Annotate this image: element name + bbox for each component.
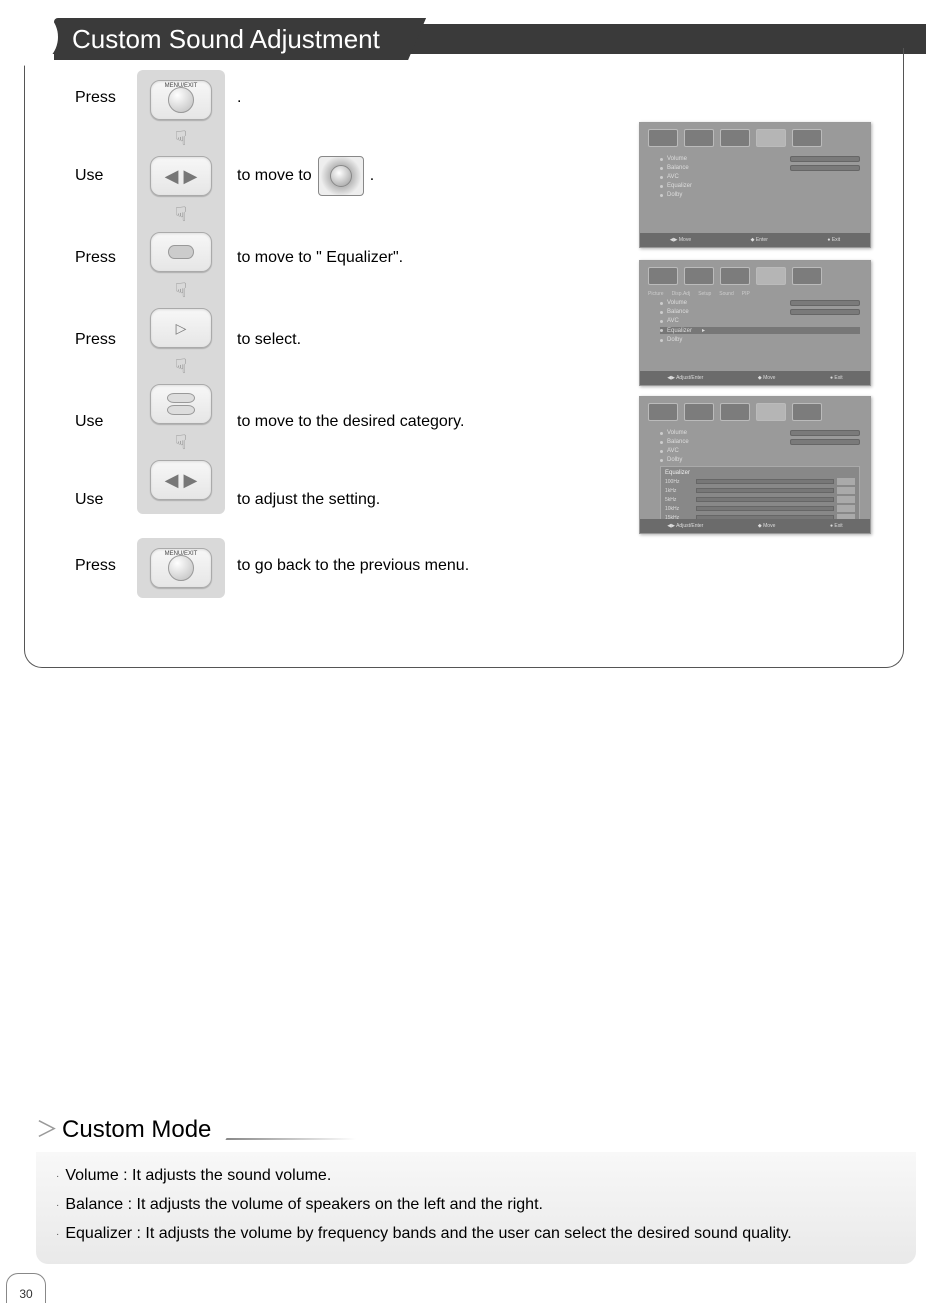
- osd-footer-label: Move: [763, 523, 775, 529]
- osd-item: Equalizer: [667, 183, 692, 189]
- osd-tab-label: Setup: [698, 291, 711, 297]
- osd-footer-label: Move: [679, 237, 691, 243]
- step-row-3: Press to move to " Equalizer".: [75, 238, 403, 278]
- eq-band-label: 5kHz: [665, 497, 693, 503]
- osd-tab-sound-icon: [756, 403, 786, 421]
- page-number: 30: [6, 1273, 46, 1303]
- osd-body: Volume Balance AVC Equalizer▸ Dolby: [640, 300, 870, 350]
- step-verb: Press: [75, 249, 137, 267]
- osd-tab-label: Sound: [719, 291, 733, 297]
- step-verb: Press: [75, 557, 137, 575]
- header-circle-decor: [0, 8, 58, 66]
- down-hand-icon: ☟: [170, 126, 192, 150]
- osd-item: Balance: [667, 165, 689, 171]
- osd-footer-label: Exit: [834, 523, 842, 529]
- osd-footer-label: Adjust/Enter: [676, 375, 703, 381]
- step-verb: Press: [75, 89, 137, 107]
- step-row-4: Press to select.: [75, 320, 301, 360]
- osd-tabs: [640, 261, 870, 291]
- osd-tabs: [640, 123, 870, 153]
- osd-footer-label: Adjust/Enter: [676, 523, 703, 529]
- custom-mode-section: ＞ Custom Mode ·Volume : It adjusts the s…: [36, 1112, 916, 1264]
- osd-footer-label: Exit: [832, 237, 840, 243]
- custom-line-text: Equalizer : It adjusts the volume by fre…: [65, 1220, 791, 1249]
- custom-line-text: Balance : It adjusts the volume of speak…: [65, 1191, 543, 1220]
- step-text: to select.: [237, 331, 301, 349]
- osd-item: Balance: [667, 309, 689, 315]
- osd-item: AVC: [667, 318, 679, 324]
- step-row-5: Use to move to the desired category.: [75, 402, 464, 442]
- step-text: to move to .: [237, 156, 374, 196]
- step-verb: Use: [75, 413, 137, 431]
- step-verb: Use: [75, 167, 137, 185]
- osd-tab-sound-icon: [756, 267, 786, 285]
- osd-footer: ◀▶ Move ◆ Enter ● Exit: [640, 233, 870, 247]
- osd-item: Dolby: [667, 337, 682, 343]
- osd-footer: ◀▶ Adjust/Enter ◆ Move ● Exit: [640, 519, 870, 533]
- osd-item-selected: Equalizer: [667, 328, 692, 334]
- step-text: .: [237, 89, 241, 107]
- osd-screenshot-3: Volume Balance AVC Dolby Equalizer 100Hz…: [639, 396, 871, 534]
- osd-footer-label: Enter: [756, 237, 768, 243]
- osd-footer-label: Exit: [834, 375, 842, 381]
- down-hand-icon: ☟: [170, 278, 192, 302]
- custom-mode-header: ＞ Custom Mode: [36, 1112, 916, 1144]
- step-text: to move to the desired category.: [237, 413, 464, 431]
- chevron-right-icon: ＞: [36, 1112, 58, 1144]
- step-row-7: Press to go back to the previous menu.: [75, 546, 469, 586]
- remote-button-column: MENU/EXIT ☟ ◀ ▶ ☟ ☟ ▷ ☟ ☟ ◀ ▶: [137, 70, 225, 514]
- custom-mode-line: ·Balance : It adjusts the volume of spea…: [56, 1191, 896, 1220]
- eq-band-label: 10kHz: [665, 506, 693, 512]
- osd-tab-label: PIP: [742, 291, 750, 297]
- osd-screenshot-1: Volume Balance AVC Equalizer Dolby ◀▶ Mo…: [639, 122, 871, 248]
- osd-footer-label: Move: [763, 375, 775, 381]
- custom-mode-line: ·Volume : It adjusts the sound volume.: [56, 1162, 896, 1191]
- down-hand-icon: ☟: [170, 202, 192, 226]
- osd-item: Dolby: [667, 192, 682, 198]
- osd-item: Dolby: [667, 457, 682, 463]
- osd-tab-labels: Picture Disp.Adj Setup Sound PIP: [640, 291, 870, 297]
- osd-item: Balance: [667, 439, 689, 445]
- custom-mode-line: ·Equalizer : It adjusts the volume by fr…: [56, 1220, 896, 1249]
- osd-item: AVC: [667, 448, 679, 454]
- osd-item: Volume: [667, 430, 687, 436]
- equalizer-title: Equalizer: [665, 470, 855, 476]
- custom-mode-body: ·Volume : It adjusts the sound volume. ·…: [36, 1152, 916, 1264]
- osd-item: AVC: [667, 174, 679, 180]
- step-row-6: Use to adjust the setting.: [75, 480, 380, 520]
- osd-item: Volume: [667, 300, 687, 306]
- step-text-post: .: [370, 167, 374, 185]
- osd-screenshot-2: Picture Disp.Adj Setup Sound PIP Volume …: [639, 260, 871, 386]
- step-text: to adjust the setting.: [237, 491, 380, 509]
- eq-band-label: 1kHz: [665, 488, 693, 494]
- step-text: to go back to the previous menu.: [237, 557, 469, 575]
- sound-menu-icon: [318, 156, 364, 196]
- step-verb: Press: [75, 331, 137, 349]
- osd-footer: ◀▶ Adjust/Enter ◆ Move ● Exit: [640, 371, 870, 385]
- main-panel: MENU/EXIT ☟ ◀ ▶ ☟ ☟ ▷ ☟ ☟ ◀ ▶: [24, 48, 904, 668]
- step-text-pre: to move to: [237, 167, 312, 185]
- custom-mode-title: Custom Mode: [62, 1116, 211, 1144]
- custom-line-text: Volume : It adjusts the sound volume.: [65, 1162, 331, 1191]
- osd-tabs: [640, 397, 870, 427]
- step-row-1: Press .: [75, 78, 241, 118]
- eq-band-label: 100Hz: [665, 479, 693, 485]
- step-row-2: Use to move to .: [75, 156, 374, 196]
- osd-item: Volume: [667, 156, 687, 162]
- osd-tab-label: Picture: [648, 291, 664, 297]
- osd-tab-label: Disp.Adj: [672, 291, 691, 297]
- step-text: to move to " Equalizer".: [237, 249, 403, 267]
- osd-body: Volume Balance AVC Equalizer Dolby: [640, 156, 870, 205]
- osd-tab-sound-icon: [756, 129, 786, 147]
- step-verb: Use: [75, 491, 137, 509]
